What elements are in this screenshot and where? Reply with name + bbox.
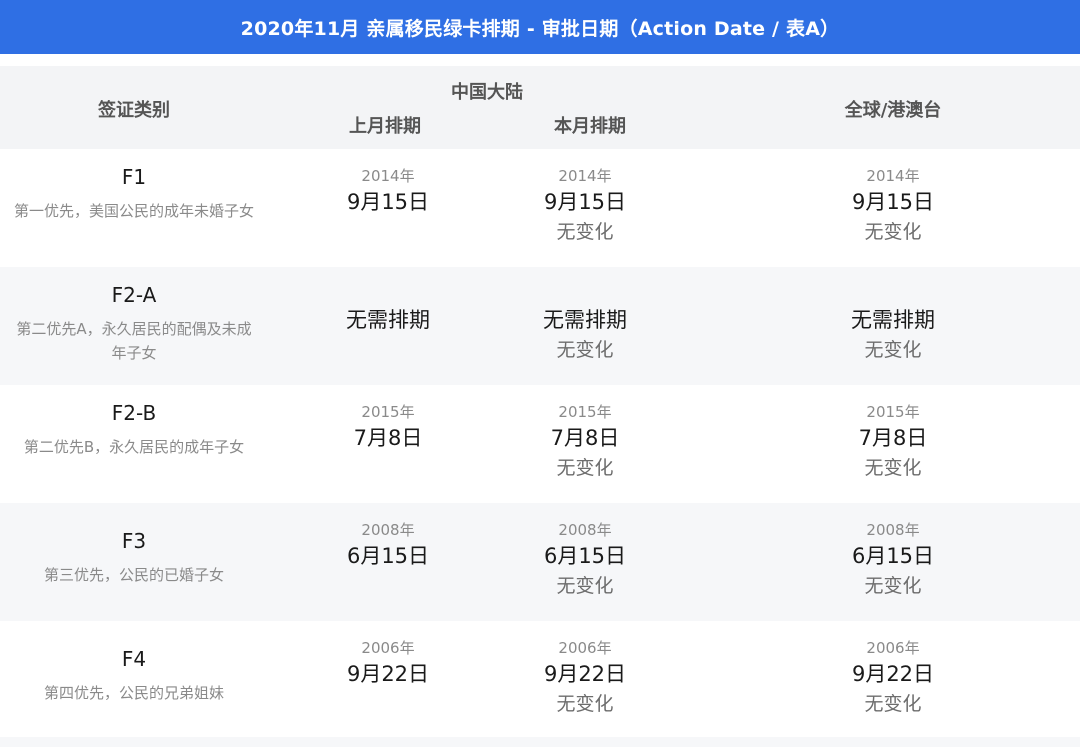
year-text: 2006年 — [361, 639, 415, 657]
category-description: 第一优先，美国公民的成年未婚子女 — [14, 202, 255, 220]
date-text: 9月15日 — [543, 190, 627, 214]
year-text: 2008年 — [866, 521, 920, 539]
change-status: 无变化 — [864, 221, 922, 243]
category-description: 第四优先，公民的兄弟姐妹 — [43, 684, 224, 702]
year-text: 2015年 — [866, 403, 920, 421]
date-text: 6月15日 — [543, 544, 627, 568]
date-text: 无需排期 — [851, 308, 935, 332]
category-code: F4 — [121, 647, 147, 671]
change-status: 无变化 — [864, 457, 922, 479]
global-cell: 2006年 9月22日 无变化 — [793, 637, 993, 719]
this-month-cell: 2015年 7月8日 无变化 — [485, 401, 685, 483]
date-text: 9月15日 — [851, 190, 935, 214]
header-this-month: 本月排期 — [554, 116, 626, 137]
year-text: 2015年 — [558, 403, 612, 421]
global-cell: 无需排期 无变化 — [793, 305, 993, 365]
year-text: 2015年 — [361, 403, 415, 421]
category-description: 第二优先A，永久居民的配偶及未成年子女 — [16, 320, 252, 362]
category-description: 第二优先B，永久居民的成年子女 — [23, 438, 245, 456]
global-cell: 2014年 9月15日 无变化 — [793, 165, 993, 247]
table-header: 签证类别 中国大陆 上月排期 本月排期 全球/港澳台 — [0, 66, 1080, 149]
year-text: 2008年 — [361, 521, 415, 539]
table-row: F3 第三优先，公民的已婚子女 2008年 6月15日 2008年 6月15日 … — [0, 503, 1080, 621]
last-month-cell: 2014年 9月15日 — [288, 165, 488, 217]
table-row: F4 第四优先，公民的兄弟姐妹 2006年 9月22日 2006年 9月22日 … — [0, 621, 1080, 739]
date-text: 7月8日 — [858, 426, 928, 450]
header-china-mainland: 中国大陆 — [451, 82, 523, 103]
year-text: 2006年 — [866, 639, 920, 657]
category-cell: F3 第三优先，公民的已婚子女 — [0, 503, 270, 621]
year-text: 2014年 — [866, 167, 920, 185]
change-status: 无变化 — [556, 693, 614, 715]
change-status: 无变化 — [864, 693, 922, 715]
table-row: F2-B 第二优先B，永久居民的成年子女 2015年 7月8日 2015年 7月… — [0, 385, 1080, 503]
global-cell: 2008年 6月15日 无变化 — [793, 519, 993, 601]
category-code: F2-B — [111, 401, 157, 425]
header-global: 全球/港澳台 — [844, 100, 942, 121]
category-code: F3 — [121, 529, 147, 553]
table-bottom-border — [0, 737, 1080, 747]
this-month-cell: 2006年 9月22日 无变化 — [485, 637, 685, 719]
change-status: 无变化 — [556, 221, 614, 243]
date-text: 9月22日 — [851, 662, 935, 686]
date-text: 7月8日 — [353, 426, 423, 450]
date-text: 9月22日 — [543, 662, 627, 686]
category-description: 第三优先，公民的已婚子女 — [43, 566, 224, 584]
change-status: 无变化 — [864, 339, 922, 361]
category-cell: F1 第一优先，美国公民的成年未婚子女 — [0, 149, 270, 267]
last-month-cell: 无需排期 — [288, 305, 488, 335]
date-text: 无需排期 — [346, 308, 430, 332]
global-cell: 2015年 7月8日 无变化 — [793, 401, 993, 483]
this-month-cell: 2008年 6月15日 无变化 — [485, 519, 685, 601]
date-text: 9月15日 — [346, 190, 430, 214]
last-month-cell: 2006年 9月22日 — [288, 637, 488, 689]
header-last-month: 上月排期 — [349, 116, 421, 137]
year-text: 2014年 — [558, 167, 612, 185]
category-cell: F2-A 第二优先A，永久居民的配偶及未成年子女 — [0, 267, 270, 385]
category-cell: F4 第四优先，公民的兄弟姐妹 — [0, 621, 270, 739]
change-status: 无变化 — [556, 339, 614, 361]
category-cell: F2-B 第二优先B，永久居民的成年子女 — [0, 385, 270, 503]
this-month-cell: 2014年 9月15日 无变化 — [485, 165, 685, 247]
date-text: 6月15日 — [851, 544, 935, 568]
change-status: 无变化 — [864, 575, 922, 597]
year-text: 2014年 — [361, 167, 415, 185]
change-status: 无变化 — [556, 457, 614, 479]
category-code: F1 — [121, 165, 147, 189]
category-code: F2-A — [111, 283, 157, 307]
year-text: 2006年 — [558, 639, 612, 657]
date-text: 6月15日 — [346, 544, 430, 568]
year-text: 2008年 — [558, 521, 612, 539]
last-month-cell: 2008年 6月15日 — [288, 519, 488, 571]
last-month-cell: 2015年 7月8日 — [288, 401, 488, 453]
date-text: 9月22日 — [346, 662, 430, 686]
date-text: 7月8日 — [550, 426, 620, 450]
table-row: F1 第一优先，美国公民的成年未婚子女 2014年 9月15日 2014年 9月… — [0, 149, 1080, 267]
table-row: F2-A 第二优先A，永久居民的配偶及未成年子女 无需排期 无需排期 无变化 无… — [0, 267, 1080, 385]
table-title: 2020年11月 亲属移民绿卡排期 - 审批日期（Action Date / 表… — [0, 0, 1080, 54]
change-status: 无变化 — [556, 575, 614, 597]
this-month-cell: 无需排期 无变化 — [485, 305, 685, 365]
date-text: 无需排期 — [543, 308, 627, 332]
header-category: 签证类别 — [98, 100, 170, 121]
